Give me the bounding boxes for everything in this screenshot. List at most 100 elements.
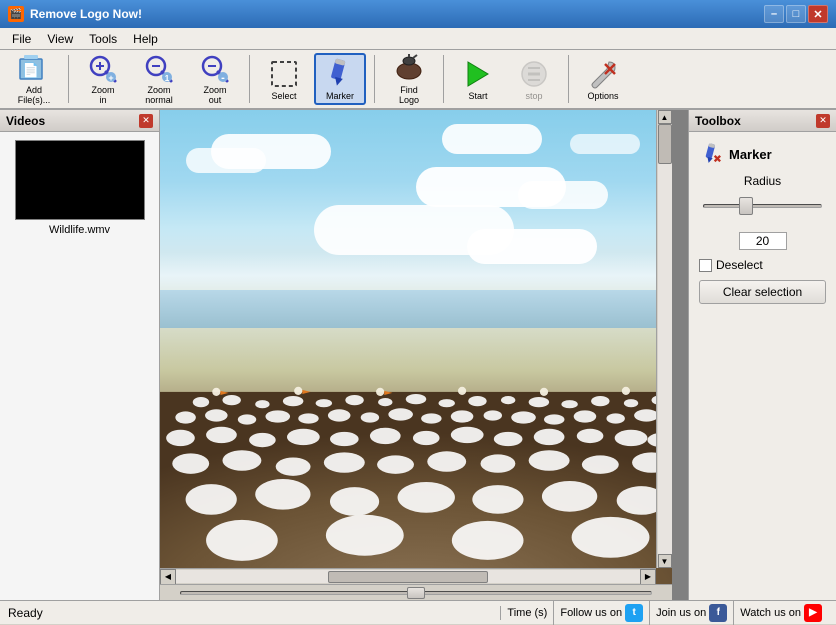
select-label: Select [271,91,296,101]
window-controls: – □ ✕ [764,5,828,23]
horizontal-scrollbar[interactable]: ◀ ▶ [160,568,656,584]
videos-title: Videos [6,114,45,128]
deselect-row: Deselect [699,258,826,272]
toolbox-title: Toolbox [695,114,741,128]
vertical-scrollbar[interactable]: ▲ ▼ [656,110,672,568]
select-icon [268,58,300,90]
menu-view[interactable]: View [39,30,81,48]
h-scroll-track[interactable] [176,570,640,583]
cloud-2 [186,148,266,173]
menu-file[interactable]: File [4,30,39,48]
close-button[interactable]: ✕ [808,5,828,23]
radius-slider-container [699,196,826,224]
zoom-in-button[interactable]: + Zoomin [77,53,129,105]
time-label: Time (s) [507,607,547,619]
options-button[interactable]: Options [577,53,629,105]
marker-icon [324,58,356,90]
scroll-up-button[interactable]: ▲ [658,110,672,124]
maximize-button[interactable]: □ [786,5,806,23]
radius-slider[interactable] [703,204,822,224]
menu-help[interactable]: Help [125,30,166,48]
slider-thumb[interactable] [739,197,753,215]
svg-text:1: 1 [165,74,170,83]
clear-selection-button[interactable]: Clear selection [699,280,826,304]
start-button[interactable]: Start [452,53,504,105]
zoom-track[interactable] [180,586,652,600]
zoom-out-icon: - [199,53,231,85]
app-icon: 🎬 [8,6,24,22]
zoom-normal-button[interactable]: 1 Zoomnormal [133,53,185,105]
start-label: Start [468,91,487,101]
separator-1 [68,55,69,103]
videos-header: Videos ✕ [0,110,159,132]
h-scroll-thumb[interactable] [328,571,488,583]
zoom-normal-icon: 1 [143,53,175,85]
radius-value[interactable]: 20 [739,232,787,250]
svg-text:+: + [108,73,113,83]
twitter-icon[interactable]: t [625,604,643,622]
scroll-down-button[interactable]: ▼ [658,554,672,568]
menu-bar: File View Tools Help [0,28,836,50]
video-thumbnail[interactable] [15,140,145,220]
marker-button[interactable]: Marker [314,53,366,105]
image-container: ▲ ▼ ◀ ▶ [160,110,672,584]
zoom-in-icon: + [87,53,119,85]
zoom-out-button[interactable]: - Zoomout [189,53,241,105]
birds-svg [160,323,672,584]
zoom-slider-area[interactable] [160,584,672,600]
minimize-button[interactable]: – [764,5,784,23]
slider-track [703,204,822,208]
separator-5 [568,55,569,103]
find-logo-button[interactable]: FindLogo [383,53,435,105]
scroll-right-button[interactable]: ▶ [640,569,656,585]
title-bar: 🎬 Remove Logo Now! – □ ✕ [0,0,836,28]
window-title: Remove Logo Now! [30,7,764,21]
marker-tool-label: Marker [729,147,772,162]
select-button[interactable]: Select [258,53,310,105]
zoom-slider-thumb[interactable] [407,587,425,599]
separator-2 [249,55,250,103]
v-scroll-track[interactable] [658,124,672,554]
toolbox-header: Toolbox ✕ [689,110,836,132]
separator-4 [443,55,444,103]
add-files-button[interactable]: 📄 AddFile(s)... [8,53,60,105]
status-text: Ready [8,606,501,620]
deselect-checkbox[interactable] [699,259,712,272]
v-scroll-thumb[interactable] [658,124,672,164]
deselect-label: Deselect [716,258,763,272]
find-logo-icon [393,53,425,85]
svg-text:📄: 📄 [22,62,39,79]
facebook-icon[interactable]: f [709,604,727,622]
time-section: Time (s) [501,601,554,625]
youtube-icon[interactable]: ▶ [804,604,822,622]
watch-section[interactable]: Watch us on ▶ [734,601,828,625]
radius-label: Radius [699,174,826,188]
join-section[interactable]: Join us on f [650,601,734,625]
options-icon [587,58,619,90]
stop-icon [518,58,550,90]
add-files-icon: 📄 [18,53,50,85]
toolbox-close-button[interactable]: ✕ [816,114,830,128]
toolbox-content: Marker Radius 20 Deselect Clear selec [689,132,836,314]
main-area: Videos ✕ Wildlife.wmv [0,110,836,600]
zoom-in-label: Zoomin [91,86,114,106]
canvas-area[interactable]: ▲ ▼ ◀ ▶ [160,110,688,600]
main-image [160,110,672,584]
marker-label: Marker [326,91,354,101]
videos-close-button[interactable]: ✕ [139,114,153,128]
add-files-label: AddFile(s)... [18,86,51,106]
follow-label: Follow us on [560,607,622,619]
join-label: Join us on [656,607,706,619]
stop-button[interactable]: stop [508,53,560,105]
scroll-left-button[interactable]: ◀ [160,569,176,585]
follow-section[interactable]: Follow us on t [554,601,650,625]
svg-text:-: - [221,72,225,84]
cloud-3 [442,124,542,154]
menu-tools[interactable]: Tools [81,30,125,48]
cloud-8 [570,134,640,154]
watch-label: Watch us on [740,607,801,619]
zoom-out-label: Zoomout [203,86,226,106]
status-right: Time (s) Follow us on t Join us on f Wat… [501,601,828,625]
marker-tool-row: Marker [699,142,826,166]
videos-panel: Videos ✕ Wildlife.wmv [0,110,160,600]
